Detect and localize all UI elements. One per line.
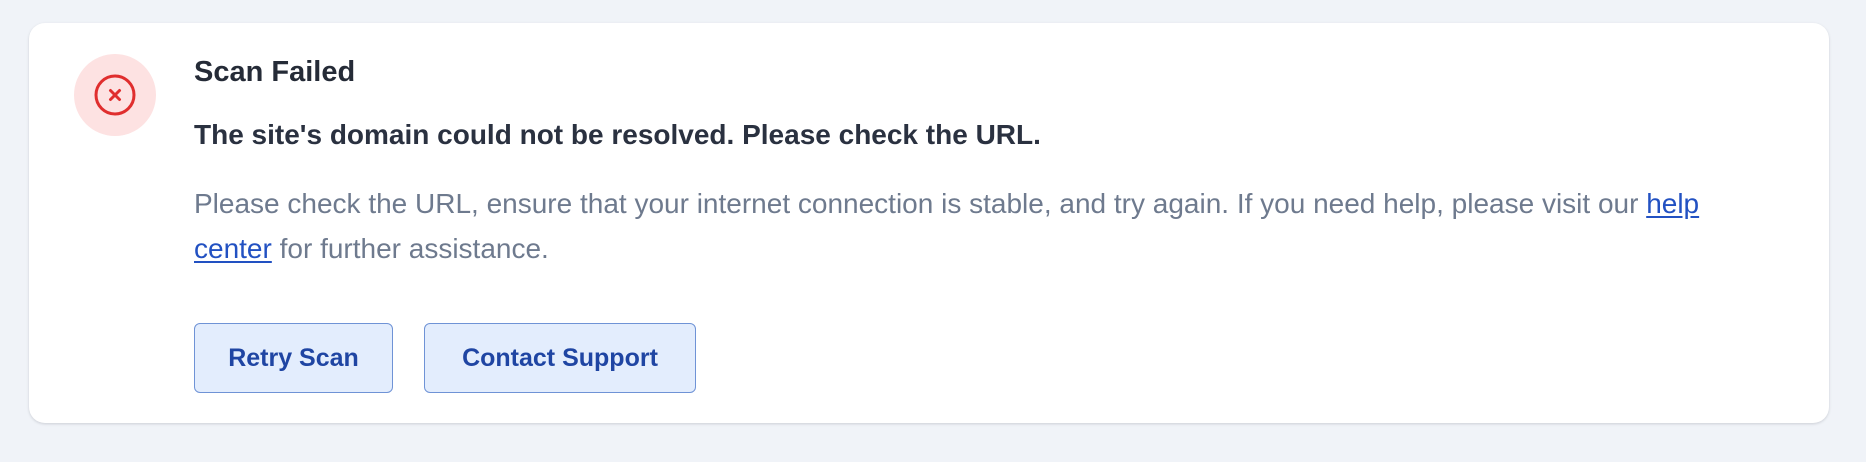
error-icon-badge bbox=[74, 54, 156, 136]
alert-message: The site's domain could not be resolved.… bbox=[194, 119, 1041, 150]
contact-support-button[interactable]: Contact Support bbox=[424, 323, 696, 393]
alert-title: Scan Failed bbox=[194, 56, 356, 88]
details-text-before: Please check the URL, ensure that your i… bbox=[194, 188, 1647, 219]
details-text-after: for further assistance. bbox=[271, 233, 549, 264]
circle-x-icon bbox=[94, 74, 136, 116]
alert-actions: Retry Scan Contact Support bbox=[194, 323, 696, 393]
retry-scan-button[interactable]: Retry Scan bbox=[194, 323, 393, 393]
alert-details: Please check the URL, ensure that your i… bbox=[194, 181, 1754, 271]
scan-error-card: Scan Failed The site's domain could not … bbox=[29, 23, 1829, 423]
